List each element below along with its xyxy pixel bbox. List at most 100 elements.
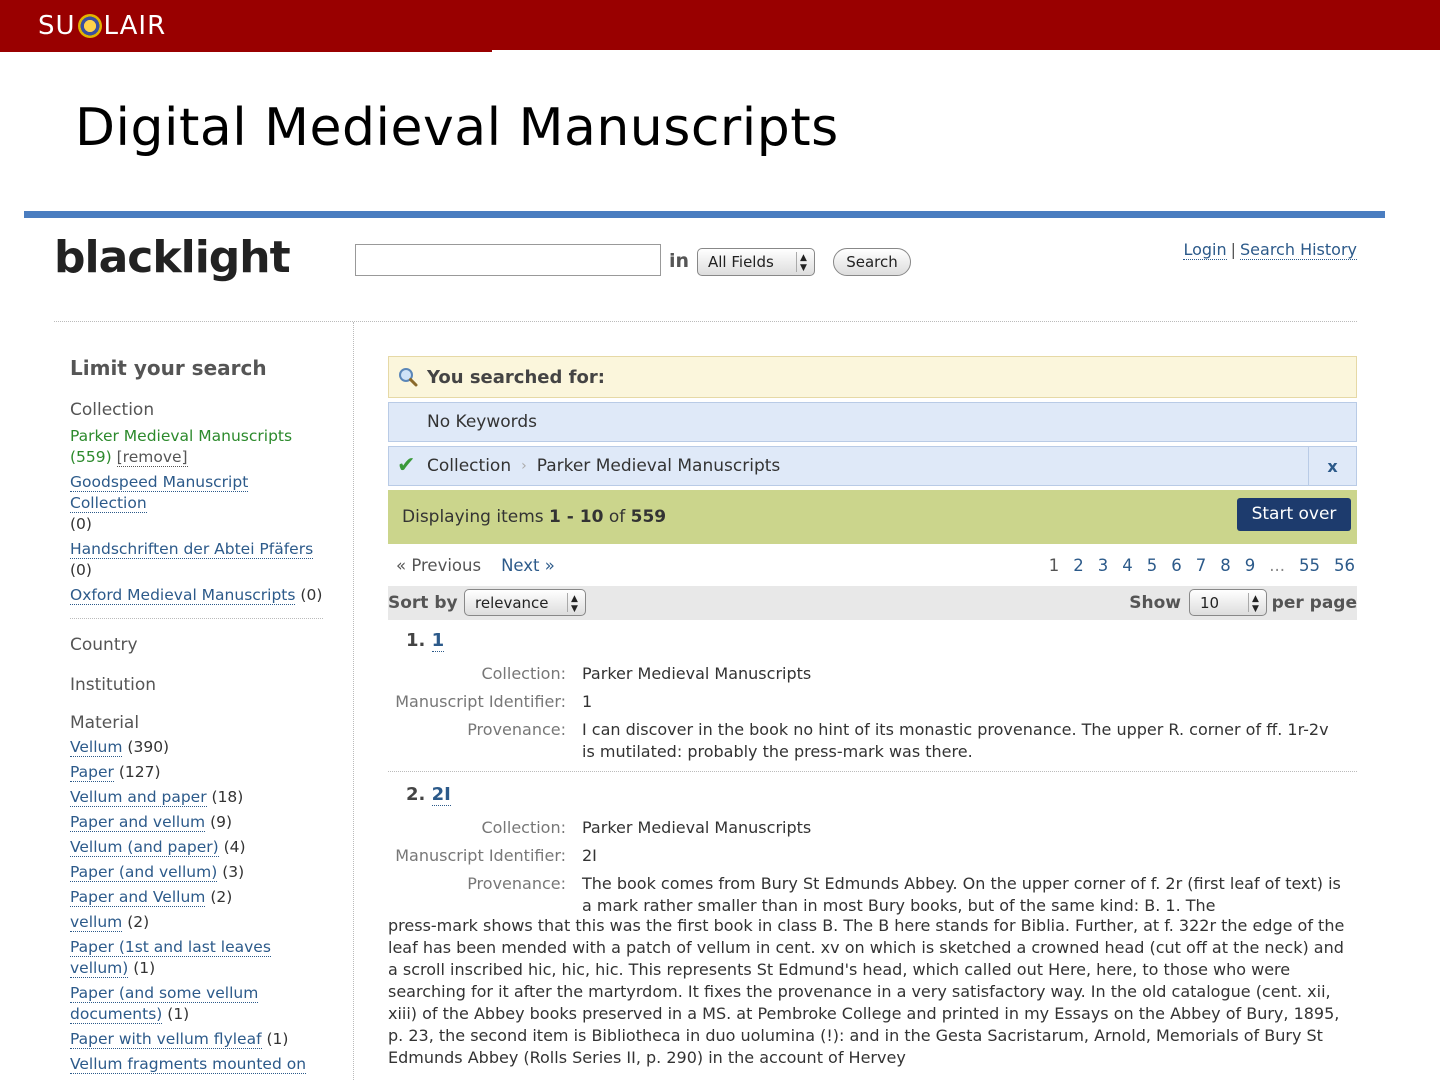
remove-facet-link[interactable]: [remove] bbox=[116, 448, 188, 467]
field-value: 1 bbox=[582, 692, 593, 711]
facet-divider bbox=[70, 618, 323, 619]
facet-link[interactable]: Vellum and paper bbox=[70, 788, 207, 807]
search-field-select[interactable]: All Fields ▲ ▼ bbox=[697, 248, 815, 276]
facet-link[interactable]: Paper (and vellum) bbox=[70, 863, 218, 882]
field-value: Parker Medieval Manuscripts bbox=[582, 818, 812, 837]
results-main: You searched for: No Keywords ✔ Collecti… bbox=[388, 356, 1357, 1069]
facet-item: vellum (2) bbox=[70, 912, 325, 933]
document-title-link[interactable]: 2I bbox=[431, 784, 451, 806]
facet-link[interactable]: Handschriften der Abtei Pfäfers bbox=[70, 540, 314, 559]
field-label: Provenance: bbox=[467, 720, 566, 739]
results-summary-bar: Displaying items 1 - 10 of 559 Start ove… bbox=[388, 490, 1357, 544]
page-link[interactable]: 3 bbox=[1098, 556, 1109, 575]
facet-link[interactable]: Paper bbox=[70, 763, 114, 782]
document-title: 2. 2I bbox=[406, 784, 1357, 806]
sort-value: relevance bbox=[475, 593, 549, 612]
page-link[interactable]: 5 bbox=[1147, 556, 1158, 575]
blacklight-logo[interactable]: blacklight bbox=[54, 232, 291, 283]
sort-bar: Sort by relevance ▲ ▼ Show 10 ▲ ▼ per page bbox=[388, 586, 1357, 620]
document-title-link[interactable]: 1 bbox=[431, 630, 445, 652]
start-over-button[interactable]: Start over bbox=[1237, 498, 1351, 531]
page-link[interactable]: 7 bbox=[1196, 556, 1207, 575]
field-provenance: Provenance: The book comes from Bury St … bbox=[388, 873, 1357, 917]
facet-count: (0) bbox=[70, 515, 92, 533]
selected-facet-count: (559) bbox=[70, 448, 112, 466]
seal-icon bbox=[77, 14, 102, 38]
page-link[interactable]: 8 bbox=[1220, 556, 1231, 575]
facet-item-selected: Parker Medieval Manuscripts (559) [remov… bbox=[70, 426, 325, 468]
facet-count: (1) bbox=[266, 1030, 289, 1048]
facet-link[interactable]: Paper with vellum flyleaf bbox=[70, 1030, 262, 1049]
facet-link[interactable]: vellum bbox=[70, 913, 123, 932]
search-input[interactable] bbox=[355, 244, 661, 276]
login-link[interactable]: Login bbox=[1183, 240, 1227, 260]
facet-item: Vellum (and paper) (4) bbox=[70, 837, 325, 858]
field-identifier: Manuscript Identifier: 1 bbox=[388, 691, 1357, 713]
result-document: 2. 2I Collection: Parker Medieval Manusc… bbox=[388, 774, 1357, 1069]
field-value: 2I bbox=[582, 846, 597, 865]
facet-title-material[interactable]: Material bbox=[70, 713, 325, 733]
next-link[interactable]: Next » bbox=[501, 556, 555, 575]
facet-title-country[interactable]: Country bbox=[70, 635, 325, 655]
logo-text-left: SU bbox=[38, 11, 76, 41]
in-label: in bbox=[669, 250, 690, 272]
page-gap: ... bbox=[1269, 556, 1285, 575]
page-link[interactable]: 9 bbox=[1245, 556, 1256, 575]
facet-link[interactable]: Paper and vellum bbox=[70, 813, 206, 832]
keyword-constraint: No Keywords bbox=[388, 402, 1357, 442]
previous-link: « Previous bbox=[396, 555, 482, 575]
select-arrows-icon: ▲ ▼ bbox=[1248, 593, 1262, 614]
facet-link[interactable]: Vellum fragments mounted on bbox=[70, 1055, 307, 1074]
show-label: Show bbox=[1129, 593, 1181, 613]
remove-constraint-button[interactable]: x bbox=[1308, 447, 1356, 485]
page-link[interactable]: 6 bbox=[1171, 556, 1182, 575]
facet-link[interactable]: Vellum bbox=[70, 738, 123, 757]
sort-select[interactable]: relevance ▲ ▼ bbox=[464, 589, 586, 616]
facet-title-institution[interactable]: Institution bbox=[70, 675, 325, 695]
searched-for-header: You searched for: bbox=[388, 356, 1357, 398]
page-link[interactable]: 4 bbox=[1122, 556, 1133, 575]
facet-sidebar: Limit your search Collection Parker Medi… bbox=[70, 356, 325, 1079]
search-history-link[interactable]: Search History bbox=[1240, 240, 1357, 260]
facet-item: Vellum (390) bbox=[70, 737, 325, 758]
facet-count: (2) bbox=[127, 913, 150, 931]
facet-count: (390) bbox=[127, 738, 170, 756]
field-label: Manuscript Identifier: bbox=[395, 692, 566, 711]
facet-item: Oxford Medieval Manuscripts (0) bbox=[70, 585, 325, 606]
facet-item: Paper (and some vellum documents) (1) bbox=[70, 983, 325, 1025]
logo-text-right: LAIR bbox=[103, 11, 167, 41]
page-link[interactable]: 56 bbox=[1334, 556, 1355, 575]
facet-count: (0) bbox=[300, 586, 323, 604]
slide-topbar-underline bbox=[0, 50, 492, 52]
field-value: I can discover in the book no hint of it… bbox=[582, 720, 1329, 761]
provenance-continued: press-mark shows that this was the first… bbox=[388, 916, 1345, 1067]
header-divider bbox=[54, 321, 1357, 322]
facet-link[interactable]: Goodspeed Manuscript Collection bbox=[70, 473, 249, 513]
field-value: The book comes from Bury St Edmunds Abbe… bbox=[582, 874, 1341, 915]
facet-count: (4) bbox=[223, 838, 246, 856]
slide-topbar bbox=[0, 0, 1440, 50]
per-page-select[interactable]: 10 ▲ ▼ bbox=[1189, 589, 1267, 616]
chevron-right-icon: › bbox=[521, 458, 527, 474]
pagination: « Previous Next » 1 2 3 4 5 6 7 8 9 ... … bbox=[388, 544, 1357, 586]
field-collection: Collection: Parker Medieval Manuscripts bbox=[388, 663, 1357, 685]
facet-link[interactable]: Paper (1st and last leaves vellum) bbox=[70, 938, 271, 978]
magnifier-icon bbox=[399, 368, 418, 387]
results-total: 559 bbox=[630, 507, 667, 527]
results-range: 1 - 10 bbox=[549, 507, 604, 527]
facet-count: (18) bbox=[211, 788, 244, 806]
facet-title-collection[interactable]: Collection bbox=[70, 400, 325, 420]
facet-item: Handschriften der Abtei Pfäfers (0) bbox=[70, 539, 325, 581]
slide-title: Digital Medieval Manuscripts bbox=[75, 98, 839, 158]
checkmark-icon: ✔ bbox=[397, 453, 416, 478]
facet-count: (0) bbox=[70, 561, 92, 579]
facet-link[interactable]: Vellum (and paper) bbox=[70, 838, 219, 857]
facet-link[interactable]: Paper and Vellum bbox=[70, 888, 206, 907]
page-link[interactable]: 55 bbox=[1299, 556, 1320, 575]
selected-facet-label: Parker Medieval Manuscripts bbox=[70, 427, 293, 445]
facet-link[interactable]: Oxford Medieval Manuscripts bbox=[70, 586, 296, 605]
page-link[interactable]: 2 bbox=[1073, 556, 1084, 575]
facet-link[interactable]: Paper (and some vellum documents) bbox=[70, 984, 259, 1024]
facet-list-collection: Parker Medieval Manuscripts (559) [remov… bbox=[70, 426, 325, 606]
search-button[interactable]: Search bbox=[833, 248, 911, 276]
